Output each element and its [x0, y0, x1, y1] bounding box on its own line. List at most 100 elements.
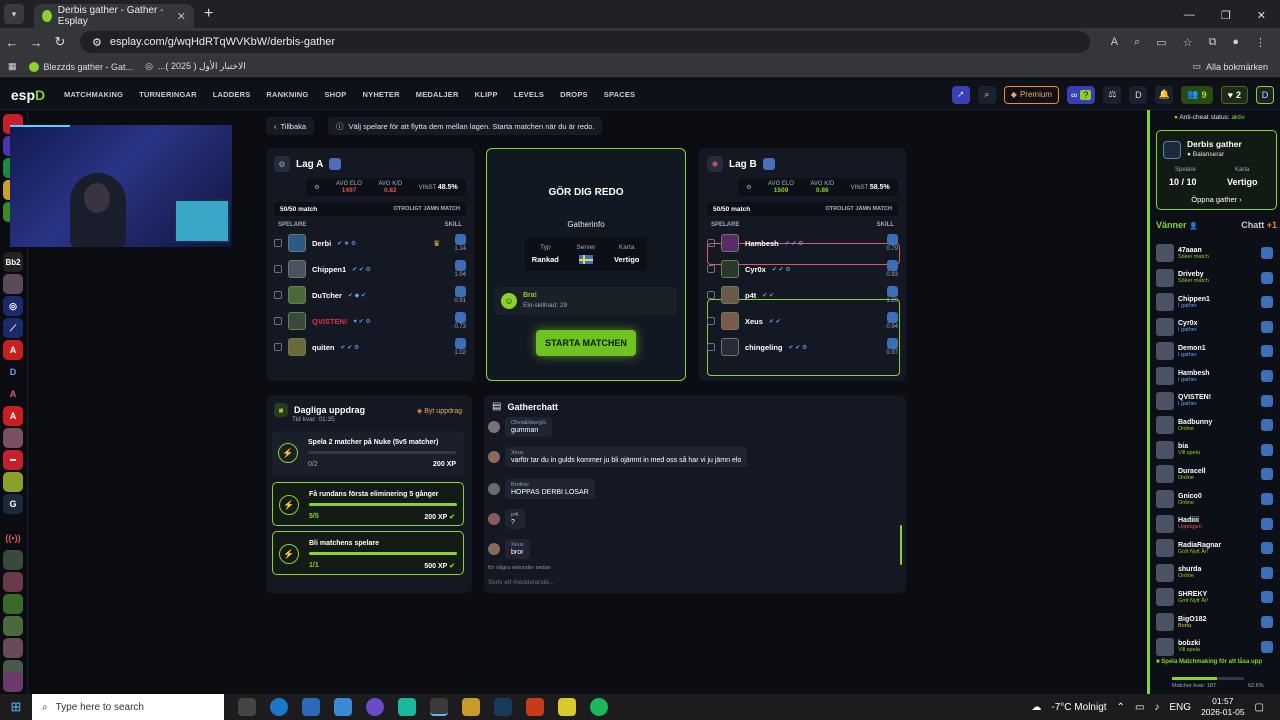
- search-icon[interactable]: ⌕: [977, 85, 996, 104]
- sidebar-app-avatar-icon[interactable]: [3, 274, 23, 294]
- sidebar-app-a2-icon[interactable]: A: [3, 384, 23, 404]
- friend-item[interactable]: Duracell Online: [1156, 462, 1277, 486]
- friend-item[interactable]: Demon1 I gather: [1156, 339, 1277, 363]
- friend-rank-icon[interactable]: [1261, 247, 1273, 259]
- notification-icon[interactable]: ▢: [1255, 702, 1264, 713]
- bookmark-item-1[interactable]: Blezzds gather - Gat...: [28, 61, 133, 72]
- start-match-button[interactable]: STARTA MATCHEN: [536, 330, 636, 356]
- tray-chevron-icon[interactable]: ⌃: [1117, 702, 1125, 713]
- level-pill[interactable]: ∞?: [1066, 85, 1096, 104]
- nav-nyheter[interactable]: NYHETER: [363, 90, 400, 99]
- network-icon[interactable]: ▭: [1135, 702, 1144, 713]
- friend-item[interactable]: Chippen1 I gather: [1156, 290, 1277, 314]
- extensions-icon[interactable]: ⧉: [1208, 36, 1216, 49]
- friend-rank-icon[interactable]: [1261, 271, 1273, 284]
- rocket-icon[interactable]: ➚: [951, 85, 970, 104]
- friend-rank-icon[interactable]: [1261, 640, 1273, 653]
- player-row[interactable]: Xeus ✔ ✔ 0.94: [699, 308, 906, 334]
- app-icon[interactable]: [398, 698, 416, 716]
- esplay-logo[interactable]: esp D: [0, 80, 56, 110]
- friend-item[interactable]: Cyr0x I gather: [1156, 315, 1277, 339]
- friend-rank-icon[interactable]: [1261, 591, 1273, 604]
- player-row[interactable]: Chippen1 ✔ ✔ ⚙ 1.04: [266, 256, 474, 282]
- friend-item[interactable]: Gnico0 Online: [1156, 487, 1277, 511]
- sidebar-app-av5-icon[interactable]: [3, 638, 23, 658]
- tab-chat[interactable]: Chatt +1: [1241, 220, 1277, 230]
- player-checkbox[interactable]: [707, 291, 715, 299]
- maximize-icon[interactable]: ❐: [1221, 9, 1231, 22]
- site-info-icon[interactable]: ⚙: [92, 36, 102, 49]
- weather-text[interactable]: -7°C Molnigt: [1051, 702, 1106, 713]
- friend-item[interactable]: RadiaRagnar Gott Nytt År!: [1156, 536, 1277, 560]
- tab-close-icon[interactable]: ✕: [177, 10, 186, 23]
- friend-item[interactable]: BigO182 Borta: [1156, 610, 1277, 634]
- sidebar-app-slash-icon[interactable]: ⟋: [3, 318, 23, 338]
- clock[interactable]: 01:57 2026-01-05: [1201, 696, 1244, 718]
- sidebar-app-circle-icon[interactable]: ◎: [3, 296, 23, 316]
- mail-icon[interactable]: [334, 698, 352, 716]
- minimize-icon[interactable]: —: [1184, 9, 1195, 22]
- sidebar-app-radio-icon[interactable]: ((•)): [3, 528, 23, 548]
- sidebar-app-g-icon[interactable]: G: [3, 494, 23, 514]
- player-row[interactable]: chingeling ✔ ✔ ⚙ 0.97: [699, 334, 906, 360]
- back-button[interactable]: ‹ Tillbaka: [266, 117, 315, 135]
- d-coin-icon[interactable]: D: [1129, 85, 1148, 104]
- nav-klipp[interactable]: KLIPP: [475, 90, 498, 99]
- nav-drops[interactable]: DROPS: [560, 90, 588, 99]
- friend-rank-icon[interactable]: [1261, 320, 1273, 333]
- current-gather-card[interactable]: Derbis gather ● Balanserar Spelare 10 / …: [1156, 130, 1277, 210]
- steam-icon[interactable]: [494, 698, 512, 716]
- task-view-icon[interactable]: [238, 698, 256, 716]
- folder-icon[interactable]: [462, 698, 480, 716]
- chat-scrollbar[interactable]: [900, 525, 902, 565]
- player-row[interactable]: p4t ✔ ✔ 1.20: [699, 282, 906, 308]
- scroll-indicator[interactable]: [1147, 110, 1150, 695]
- nav-medaljer[interactable]: MEDALJER: [416, 90, 459, 99]
- friends-online-button[interactable]: 👥 9: [1181, 85, 1213, 104]
- friend-rank-icon[interactable]: [1261, 566, 1273, 579]
- nav-ladders[interactable]: LADDERS: [213, 90, 251, 99]
- nav-matchmaking[interactable]: MATCHMAKING: [64, 90, 123, 99]
- tab-friends[interactable]: Vänner 👤: [1156, 220, 1198, 230]
- friend-rank-icon[interactable]: [1261, 419, 1273, 432]
- url-field[interactable]: ⚙ esplay.com/g/wqHdRTqWVKbW/derbis-gathe…: [80, 31, 1090, 53]
- browser-tab-active[interactable]: Derbis gather - Gather - Esplay ✕: [34, 4, 194, 28]
- cast-icon[interactable]: ▭: [1156, 36, 1166, 49]
- player-row[interactable]: Hambesh ✔ ✔ ⚙ 0.79: [699, 230, 906, 256]
- taskbar-search[interactable]: ⌕ Type here to search: [32, 694, 224, 720]
- sidebar-app-bb2-icon[interactable]: Bb2: [3, 252, 23, 272]
- sidebar-app-av3-icon[interactable]: [3, 594, 23, 614]
- player-checkbox[interactable]: [707, 343, 715, 351]
- friend-item[interactable]: Hadiiii Upptagen: [1156, 512, 1277, 536]
- nav-spaces[interactable]: SPACES: [604, 90, 636, 99]
- player-checkbox[interactable]: [707, 317, 715, 325]
- bookmark-item-2[interactable]: ◎ ...الاختبار الأول ( 2025 ): [145, 61, 246, 72]
- all-bookmarks[interactable]: ▭ Alla bokmärken: [1192, 61, 1268, 72]
- profile-avatar[interactable]: D: [1256, 85, 1274, 104]
- scale-icon[interactable]: ⚖: [1103, 85, 1122, 104]
- store-icon[interactable]: [302, 698, 320, 716]
- player-row[interactable]: Derbi ✔ ★ ⚙ ♛ 1.14: [266, 230, 474, 256]
- premium-button[interactable]: ◆ Premium: [1003, 85, 1059, 104]
- friend-item[interactable]: Badbunny Online: [1156, 413, 1277, 437]
- chrome-icon[interactable]: [430, 698, 448, 716]
- friend-rank-icon[interactable]: [1261, 493, 1273, 505]
- tab-search-menu-icon[interactable]: ▾: [4, 4, 24, 24]
- friend-item[interactable]: bia Vill spela: [1156, 438, 1277, 462]
- swap-quest-button[interactable]: ◈ Byt uppdrag: [417, 407, 462, 415]
- reload-icon[interactable]: ↻: [48, 34, 72, 50]
- friend-item[interactable]: SHREKY Gott Nytt År!: [1156, 585, 1277, 609]
- player-checkbox[interactable]: [707, 265, 715, 273]
- friend-rank-icon[interactable]: [1261, 542, 1273, 555]
- sidebar-app-d-icon[interactable]: D: [3, 362, 23, 382]
- player-row[interactable]: Cyr0x ✔ ✔ ⚙ 0.83: [699, 256, 906, 282]
- discord-icon[interactable]: [366, 698, 384, 716]
- player-checkbox[interactable]: [274, 343, 282, 351]
- friend-rank-icon[interactable]: [1261, 296, 1273, 309]
- back-nav-icon[interactable]: ←: [0, 35, 24, 50]
- edge-icon[interactable]: [270, 698, 288, 716]
- player-row[interactable]: QVISTEN! ♥ ✔ ⚙ 0.73: [266, 308, 474, 334]
- window-close-icon[interactable]: ✕: [1257, 9, 1266, 22]
- spotify-icon[interactable]: [590, 698, 608, 716]
- friend-rank-icon[interactable]: [1261, 370, 1273, 382]
